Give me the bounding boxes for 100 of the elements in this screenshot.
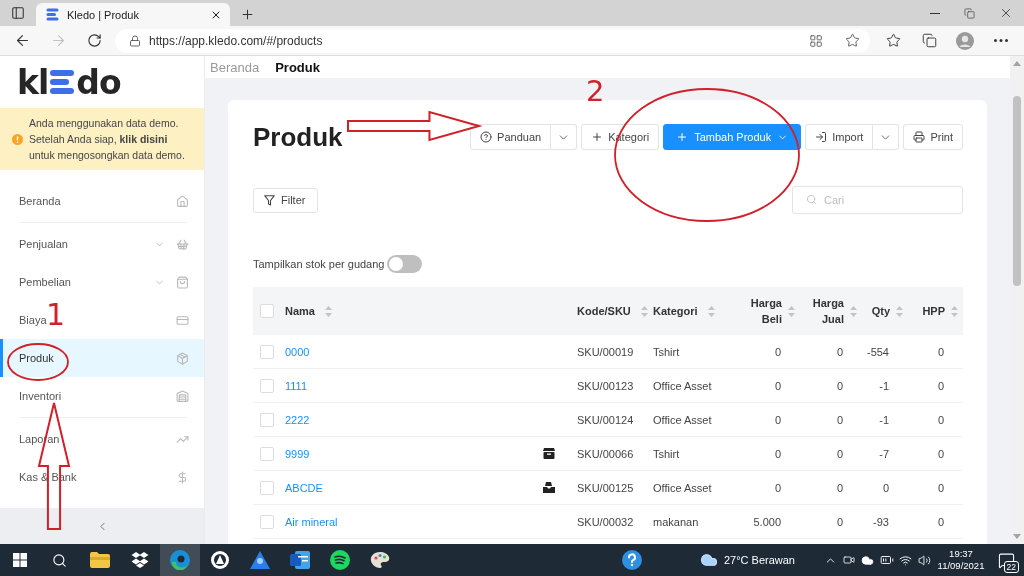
address-bar[interactable]: https://app.kledo.com/#/products bbox=[115, 28, 870, 53]
column-header[interactable]: Qty bbox=[871, 303, 890, 319]
logo-text: do bbox=[76, 65, 121, 99]
battery-icon bbox=[879, 553, 894, 567]
search-icon bbox=[806, 194, 817, 205]
table-cell: Tshirt bbox=[653, 345, 680, 358]
scroll-up-icon[interactable] bbox=[1013, 61, 1021, 66]
breadcrumb-item: Produk bbox=[275, 60, 320, 75]
sort-icon[interactable] bbox=[324, 305, 332, 317]
sidebar-item[interactable]: Pembelian bbox=[19, 276, 71, 288]
table-cell: 5.000 bbox=[753, 515, 781, 528]
favicon-icon bbox=[46, 8, 59, 21]
help-icon bbox=[480, 131, 493, 143]
sort-icon[interactable] bbox=[707, 305, 715, 317]
column-header[interactable]: Harga Beli bbox=[742, 295, 782, 327]
sidebar-item[interactable]: Biaya bbox=[19, 314, 47, 326]
table-cell: 0 bbox=[774, 379, 781, 392]
filter-button[interactable]: Filter bbox=[253, 187, 319, 213]
add-favorite-icon[interactable] bbox=[845, 33, 860, 48]
print-button[interactable]: Print bbox=[903, 124, 963, 150]
row-checkbox[interactable] bbox=[260, 480, 274, 495]
filter-icon bbox=[264, 194, 275, 206]
dropbox-icon bbox=[131, 552, 149, 568]
apps-icon[interactable] bbox=[809, 33, 823, 48]
row-checkbox[interactable] bbox=[260, 344, 274, 359]
column-header[interactable]: Nama bbox=[285, 303, 315, 319]
table-cell: 0 bbox=[937, 413, 944, 426]
row-checkbox[interactable] bbox=[260, 514, 274, 529]
plus-icon bbox=[676, 131, 689, 143]
page-title: Produk bbox=[253, 124, 343, 150]
table-cell: SKU/00124 bbox=[577, 413, 634, 426]
table-cell: Tshirt bbox=[653, 447, 680, 460]
column-header[interactable]: HPP bbox=[922, 303, 945, 319]
warning-icon bbox=[12, 133, 23, 145]
clock-button[interactable]: 19:37 11/09/2021 bbox=[934, 544, 988, 576]
column-header[interactable]: Harga Jual bbox=[804, 295, 844, 327]
notifications-button[interactable]: 22 bbox=[988, 544, 1024, 576]
wifi-icon bbox=[899, 553, 912, 567]
stock-toggle-switch[interactable] bbox=[387, 255, 423, 273]
dollar-icon bbox=[176, 470, 189, 484]
volume-icon bbox=[918, 553, 931, 567]
annotation-number: 1 bbox=[46, 300, 66, 330]
sort-icon[interactable] bbox=[896, 305, 903, 317]
more-icon bbox=[994, 39, 1008, 42]
row-checkbox[interactable] bbox=[260, 446, 274, 461]
sidebar-item[interactable]: Penjualan bbox=[19, 238, 68, 250]
scrollbar[interactable] bbox=[1010, 56, 1024, 544]
sort-icon[interactable] bbox=[951, 305, 958, 317]
annotation-ellipse bbox=[7, 343, 69, 381]
people-app-icon bbox=[250, 551, 270, 569]
sort-icon[interactable] bbox=[788, 305, 795, 317]
table-cell: 0 bbox=[774, 413, 781, 426]
table-cell: 0 bbox=[774, 447, 781, 460]
profile-icon bbox=[956, 31, 974, 50]
sidebar-item[interactable]: Inventori bbox=[19, 390, 62, 402]
document-app-icon bbox=[290, 551, 310, 569]
table-cell: Office Asset bbox=[653, 379, 712, 392]
scrollbar-thumb[interactable] bbox=[1013, 96, 1021, 286]
browser-icon bbox=[170, 550, 190, 570]
sidebar-item[interactable]: Produk bbox=[19, 352, 54, 364]
scroll-down-icon[interactable] bbox=[1013, 534, 1021, 539]
annotation-number: 2 bbox=[586, 77, 605, 106]
table-cell: -93 bbox=[873, 515, 889, 528]
refresh-icon bbox=[86, 33, 102, 48]
sidebar-item[interactable]: Beranda bbox=[19, 195, 61, 207]
music-app-icon bbox=[330, 550, 350, 570]
table-cell: 0 bbox=[937, 379, 944, 392]
table-cell: SKU/00066 bbox=[577, 447, 634, 460]
table-cell: SKU/00019 bbox=[577, 345, 634, 358]
row-checkbox[interactable] bbox=[260, 412, 274, 427]
weather-button[interactable]: 27°C Berawan bbox=[695, 544, 799, 576]
search-field[interactable]: Cari bbox=[792, 186, 963, 214]
table-cell: SKU/00125 bbox=[577, 481, 634, 494]
warehouse-icon bbox=[176, 389, 189, 403]
browser-button[interactable] bbox=[160, 544, 200, 576]
cloud-icon bbox=[699, 551, 718, 569]
toggle-label: Tampilkan stok per gudang bbox=[253, 258, 385, 270]
cloud-icon bbox=[861, 553, 874, 567]
clear-demo-link[interactable]: klik disini bbox=[119, 133, 168, 145]
table-cell: -554 bbox=[866, 345, 889, 358]
select-all-checkbox[interactable] bbox=[260, 304, 274, 318]
notification-icon bbox=[997, 551, 1015, 569]
tab-actions-icon bbox=[11, 6, 25, 20]
column-header[interactable]: Kode/SKU bbox=[577, 303, 631, 319]
guide-button[interactable]: Panduan bbox=[470, 124, 552, 150]
row-checkbox[interactable] bbox=[260, 378, 274, 393]
browser-tab[interactable]: Kledo | Produk bbox=[36, 3, 230, 26]
sort-icon[interactable] bbox=[850, 305, 857, 317]
column-header[interactable]: Kategori bbox=[653, 303, 698, 319]
favorites-icon bbox=[885, 33, 901, 48]
table-cell: SKU/00032 bbox=[577, 515, 634, 528]
collections-icon bbox=[921, 33, 937, 48]
sort-icon[interactable] bbox=[640, 305, 648, 317]
table-cell: 0 bbox=[937, 515, 944, 528]
import-button[interactable]: Import bbox=[805, 124, 874, 150]
search-icon bbox=[51, 552, 67, 568]
demo-notice-text: Anda menggunakan data demo. Setelah Anda siap, klik disini untuk mengosongkan data demo. bbox=[29, 116, 186, 163]
tray-icon bbox=[543, 482, 555, 493]
notification-count: 22 bbox=[1003, 561, 1019, 573]
folder-icon bbox=[90, 552, 110, 568]
